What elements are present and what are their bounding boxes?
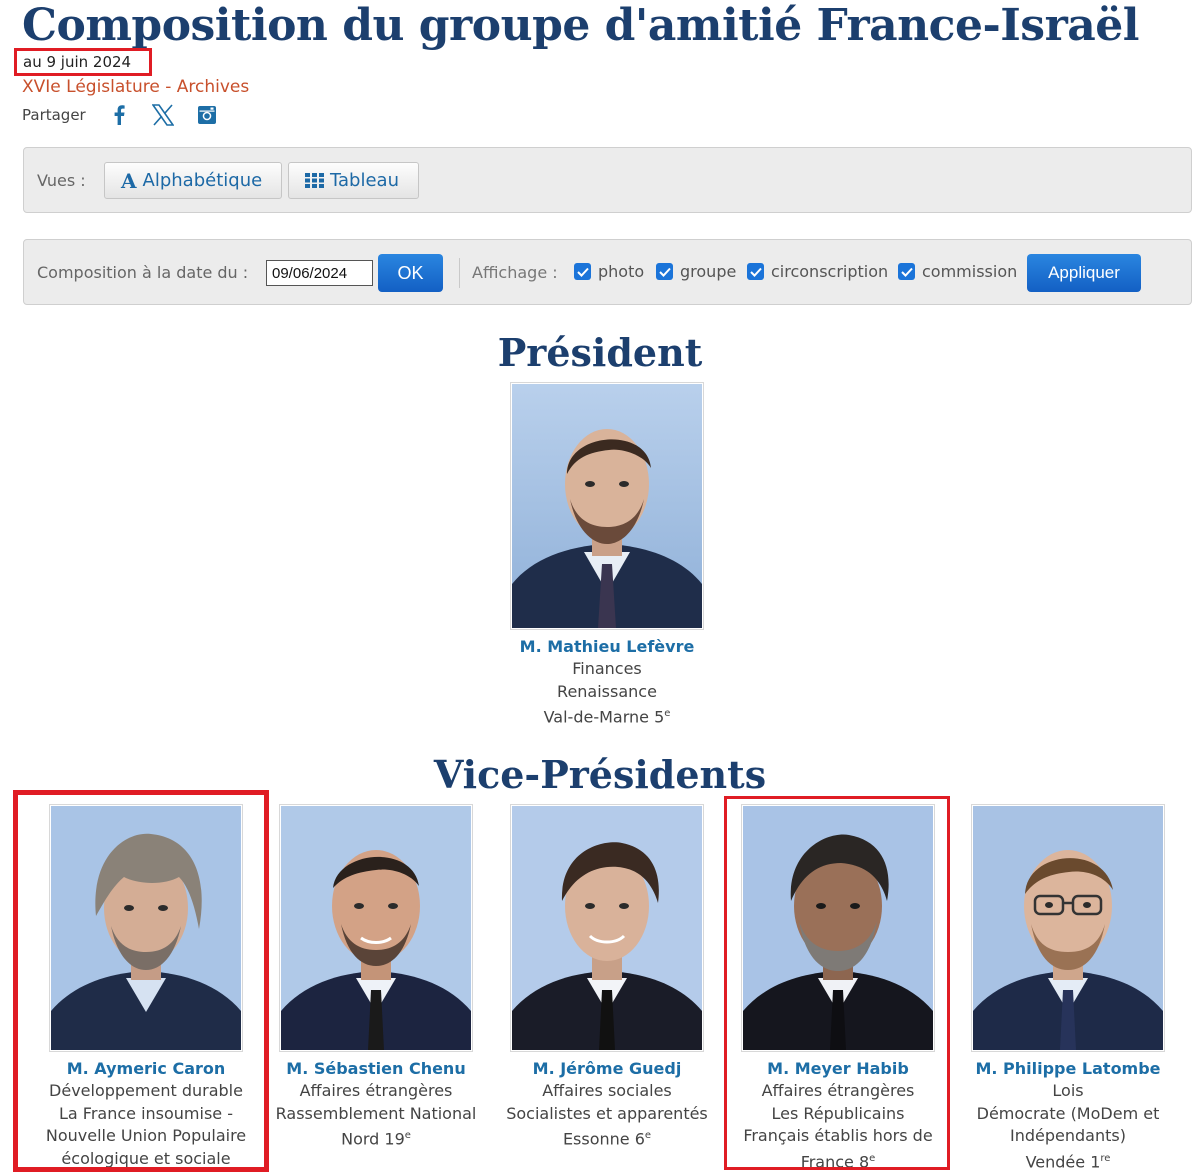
composition-date-input[interactable] (266, 260, 373, 286)
commission-checkbox[interactable]: commission (898, 262, 1017, 281)
circonscription-checkbox[interactable]: circonscription (747, 262, 888, 281)
highlight-frame (13, 790, 269, 1172)
checkbox-checked-icon (656, 263, 673, 280)
circonscription-checkbox-label: circonscription (771, 262, 889, 281)
checkbox-checked-icon (747, 263, 764, 280)
commission-text: Finances (572, 659, 642, 678)
circonscription-label: Nord 19 (341, 1129, 405, 1149)
circonscription-text: Nord 19e (256, 1125, 496, 1151)
date-highlight: au 9 juin 2024 (14, 48, 152, 76)
table-view-label: Tableau (330, 170, 399, 191)
group-text: Socialistes et apparentés (506, 1103, 708, 1123)
apply-button[interactable]: Appliquer (1027, 254, 1141, 292)
member-name-link[interactable]: M. Jérôme Guedj (487, 1057, 727, 1080)
portrait-photo[interactable] (510, 804, 704, 1052)
photo-checkbox-label: photo (598, 262, 645, 281)
group-text: Rassemblement National (275, 1103, 477, 1123)
share-label: Partager (22, 106, 86, 124)
president-name-link[interactable]: M. Mathieu Lefèvre (487, 635, 727, 658)
composition-panel: Composition à la date du : OK Affichage … (23, 239, 1192, 305)
circonscription-label: Val-de-Marne 5 (543, 707, 665, 727)
ordinal-suffix: e (644, 1130, 652, 1141)
page-date: au 9 juin 2024 (23, 53, 132, 71)
circonscription-text: Val-de-Marne 5e (487, 703, 727, 729)
display-label: Affichage : (472, 263, 558, 282)
ordinal-suffix: e (664, 708, 671, 719)
vice-president-card: M. Philippe Latombe Lois Démocrate (MoDe… (948, 804, 1188, 1172)
ordinal-suffix: re (1100, 1152, 1111, 1164)
views-label: Vues : (37, 171, 86, 190)
commission-text: Lois (1052, 1081, 1084, 1100)
circonscription-label: Essonne 6 (562, 1129, 645, 1149)
member-name-link[interactable]: M. Philippe Latombe (948, 1057, 1188, 1080)
commission-text: Affaires étrangères (299, 1081, 453, 1100)
highlight-frame (724, 796, 950, 1170)
ordinal-suffix: e (404, 1130, 411, 1141)
circonscription-text: Essonne 6e (487, 1125, 727, 1151)
x-icon[interactable] (151, 104, 174, 126)
page-title: Composition du groupe d'amitié France-Is… (22, 0, 1139, 51)
commission-text: Affaires sociales (542, 1081, 672, 1100)
facebook-icon[interactable] (108, 104, 130, 126)
portrait-photo[interactable] (510, 382, 704, 630)
circonscription-label: Vendée 1 (1025, 1151, 1101, 1171)
group-text: Démocrate (MoDem et (976, 1103, 1160, 1123)
divider (459, 258, 460, 288)
letter-a-icon: A (121, 168, 137, 193)
share-bar: Partager (22, 104, 240, 126)
alphabetical-view-button[interactable]: A Alphabétique (104, 162, 282, 199)
photo-checkbox[interactable]: photo (574, 262, 644, 281)
views-panel: Vues : A Alphabétique Tableau (23, 147, 1192, 213)
circonscription-text: Vendée 1re (948, 1148, 1188, 1172)
president-heading: Président (497, 330, 703, 375)
composition-date-label: Composition à la date du : (37, 263, 249, 282)
alphabetical-view-label: Alphabétique (142, 170, 263, 191)
portrait-photo[interactable] (279, 804, 473, 1052)
table-view-button[interactable]: Tableau (288, 162, 419, 199)
instagram-icon[interactable] (196, 104, 218, 126)
group-text: Indépendants) (1010, 1126, 1126, 1145)
member-name-link[interactable]: M. Sébastien Chenu (256, 1057, 496, 1080)
groupe-checkbox-label: groupe (680, 262, 737, 281)
vice-president-card: M. Sébastien Chenu Affaires étrangères R… (256, 804, 496, 1151)
checkbox-checked-icon (574, 263, 591, 280)
checkbox-checked-icon (898, 263, 915, 280)
group-text: Renaissance (557, 681, 657, 701)
president-card: M. Mathieu Lefèvre Finances Renaissance … (487, 382, 727, 729)
vice-president-card: M. Jérôme Guedj Affaires sociales Social… (487, 804, 727, 1151)
legislature-link[interactable]: XVIe Législature - Archives (22, 77, 249, 97)
grid-icon (305, 173, 324, 188)
portrait-photo[interactable] (971, 804, 1165, 1052)
commission-checkbox-label: commission (922, 262, 1018, 281)
groupe-checkbox[interactable]: groupe (656, 262, 736, 281)
ok-button[interactable]: OK (378, 254, 443, 292)
